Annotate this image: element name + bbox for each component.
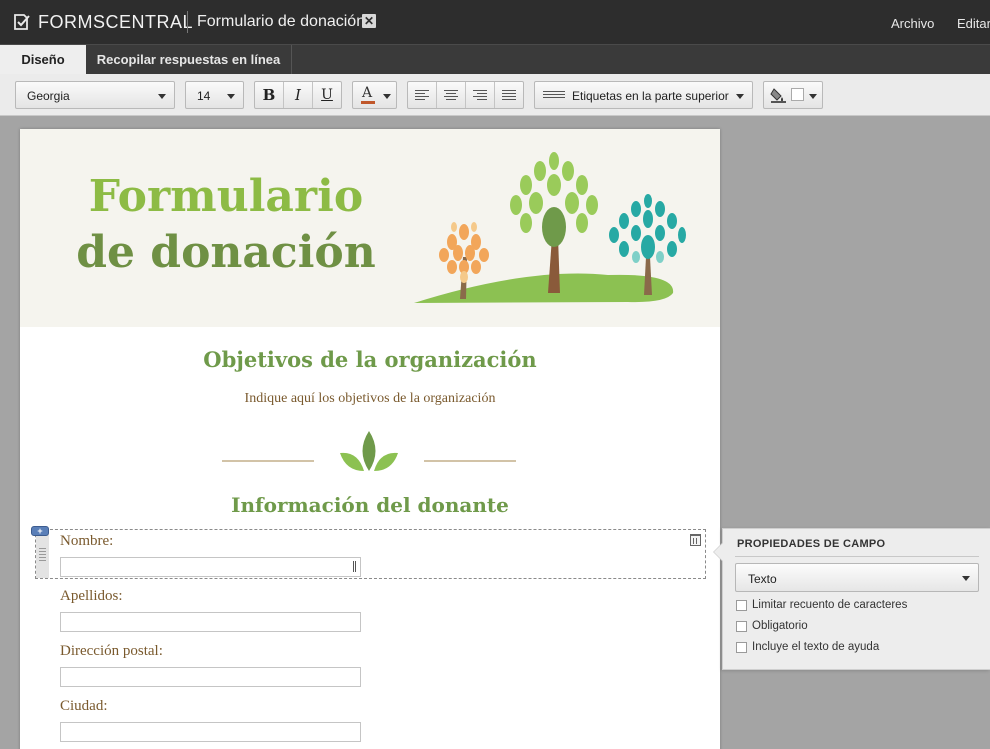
font-size-value: 14 — [197, 89, 211, 103]
align-left-icon — [415, 90, 429, 100]
top-bar: FORMSCENTRAL Formulario de donación ✕ Ar… — [0, 0, 990, 44]
chevron-down-icon — [962, 576, 970, 581]
leaf-divider — [222, 431, 516, 471]
label-position-icon — [543, 91, 565, 101]
text-color-button[interactable]: A — [352, 81, 397, 109]
option-limit-characters[interactable]: Limitar recuento de caracteres — [736, 598, 907, 612]
underline-button[interactable]: U — [313, 82, 341, 108]
resize-handle-icon[interactable] — [353, 561, 356, 572]
app-name: FORMSCENTRAL — [38, 11, 194, 32]
format-toolbar: Georgia 14 B I U A Etiquetas en la parte… — [0, 74, 990, 116]
field-label-apellidos[interactable]: Apellidos: — [60, 588, 123, 605]
required-label: Obligatorio — [752, 620, 808, 632]
align-right-button[interactable] — [466, 82, 495, 108]
font-size-dropdown[interactable]: 14 — [185, 81, 244, 109]
limit-characters-checkbox[interactable] — [736, 599, 747, 611]
justify-button[interactable] — [495, 82, 523, 108]
section-title-objetivos[interactable]: Objetivos de la organización — [20, 347, 720, 372]
paint-bucket-icon — [770, 88, 786, 103]
help-text-label: Incluye el texto de ayuda — [752, 641, 880, 653]
form-title-line2[interactable]: de donación — [20, 227, 432, 278]
bold-button[interactable]: B — [255, 82, 284, 108]
tab-bar: Diseño Recopilar respuestas en línea — [0, 44, 990, 75]
chevron-down-icon — [383, 94, 391, 99]
panel-divider — [735, 556, 979, 557]
limit-characters-label: Limitar recuento de caracteres — [752, 599, 908, 611]
add-field-icon[interactable]: + — [31, 526, 49, 536]
justify-icon — [502, 90, 516, 100]
italic-button[interactable]: I — [284, 82, 313, 108]
drag-handle[interactable] — [36, 530, 49, 578]
chevron-down-icon — [227, 94, 235, 99]
label-position-dropdown[interactable]: Etiquetas en la parte superior — [534, 81, 753, 109]
chevron-down-icon — [736, 94, 744, 99]
alignment-group — [407, 81, 524, 109]
fill-color-swatch — [791, 88, 804, 101]
field-label-direccion[interactable]: Dirección postal: — [60, 643, 163, 660]
panel-pointer — [714, 543, 723, 561]
text-color-swatch — [361, 101, 375, 104]
font-family-dropdown[interactable]: Georgia — [15, 81, 175, 109]
field-label-nombre[interactable]: Nombre: — [60, 533, 113, 550]
field-properties-title: PROPIEDADES DE CAMPO — [737, 538, 886, 550]
chevron-down-icon — [158, 94, 166, 99]
align-right-icon — [473, 90, 487, 100]
chevron-down-icon — [809, 94, 817, 99]
tab-recopilar-respuestas[interactable]: Recopilar respuestas en línea — [86, 45, 292, 75]
document-title: Formulario de donación — [197, 13, 366, 30]
trash-icon[interactable] — [690, 534, 701, 546]
title-separator — [187, 11, 188, 33]
help-text-checkbox[interactable] — [736, 641, 747, 653]
section-subtitle-objetivos[interactable]: Indique aquí los objetivos de la organiz… — [20, 391, 720, 407]
text-color-icon: A — [362, 85, 373, 101]
form-title-line1[interactable]: Formulario — [20, 171, 432, 222]
field-type-dropdown[interactable]: Texto — [735, 563, 979, 592]
menu-editar[interactable]: Editar — [957, 16, 990, 31]
align-left-button[interactable] — [408, 82, 437, 108]
trees-illustration — [414, 152, 686, 303]
ciudad-input[interactable] — [60, 722, 361, 742]
close-document-icon[interactable]: ✕ — [362, 14, 376, 28]
field-properties-panel: PROPIEDADES DE CAMPO Texto Limitar recue… — [713, 528, 990, 670]
label-position-value: Etiquetas en la parte superior — [572, 89, 729, 103]
app-brand[interactable]: FORMSCENTRAL — [12, 11, 193, 33]
form-canvas: Formulario de donación Objetivos de la o… — [20, 129, 720, 749]
required-checkbox[interactable] — [736, 620, 747, 632]
field-label-ciudad[interactable]: Ciudad: — [60, 698, 108, 715]
menu-archivo[interactable]: Archivo — [891, 16, 934, 31]
formscentral-logo-icon — [14, 14, 30, 30]
apellidos-input[interactable] — [60, 612, 361, 632]
form-header-banner: Formulario de donación — [20, 129, 720, 327]
nombre-input[interactable] — [60, 557, 361, 577]
align-center-button[interactable] — [437, 82, 466, 108]
tab-diseno[interactable]: Diseño — [0, 45, 86, 75]
section-title-donante[interactable]: Información del donante — [20, 493, 720, 517]
field-type-value: Texto — [748, 572, 777, 586]
direccion-input[interactable] — [60, 667, 361, 687]
option-required[interactable]: Obligatorio — [736, 619, 808, 633]
text-style-group: B I U — [254, 81, 342, 109]
option-help-text[interactable]: Incluye el texto de ayuda — [736, 640, 879, 654]
align-center-icon — [444, 90, 458, 100]
font-family-value: Georgia — [27, 89, 70, 103]
fill-color-button[interactable] — [763, 81, 823, 109]
